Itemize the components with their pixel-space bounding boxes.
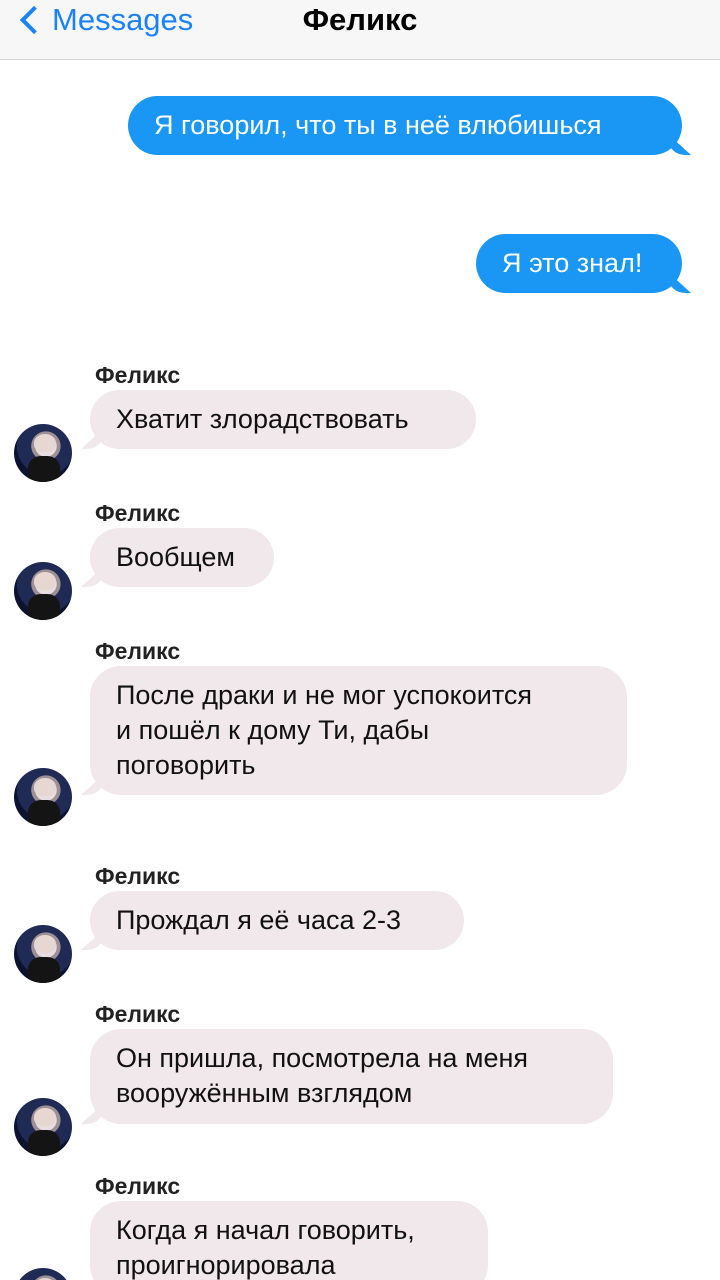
message-text: Я это знал! <box>502 248 643 278</box>
sender-name: Феликс <box>95 1173 181 1199</box>
avatar-icon[interactable] <box>14 562 72 620</box>
sender-name: Феликс <box>95 362 181 388</box>
conversation-title: Феликс <box>302 2 418 37</box>
avatar-icon[interactable] <box>14 925 72 983</box>
message-text: Прождал я её часа 2-3 <box>116 905 402 935</box>
message-text-line: и пошёл к дому Ти, дабы <box>116 715 430 745</box>
outgoing-message-bubble[interactable]: Я это знал! <box>476 234 682 293</box>
avatar-icon[interactable] <box>14 424 72 482</box>
message-text: Я говорил, что ты в неё влюбишься <box>154 110 602 140</box>
message-text-line: После драки и не мог успокоится <box>116 680 533 710</box>
avatar-icon[interactable] <box>14 1098 72 1156</box>
outgoing-message-bubble[interactable]: Я говорил, что ты в неё влюбишься <box>128 96 682 155</box>
incoming-message-bubble[interactable]: После драки и не мог успокоится и пошёл … <box>90 666 627 795</box>
message-text-line: Когда я начал говорить, <box>116 1215 415 1245</box>
incoming-message-bubble[interactable]: Вообщем <box>90 528 274 587</box>
sender-name: Феликс <box>95 863 181 889</box>
message-text-line: проигнорировала <box>116 1250 336 1280</box>
message-text: Вообщем <box>116 542 235 572</box>
navigation-bar: Messages Феликс <box>0 0 720 60</box>
sender-name: Феликс <box>95 1001 181 1027</box>
incoming-message-bubble[interactable]: Прождал я её часа 2-3 <box>90 891 464 950</box>
incoming-message-bubble[interactable]: Хватит злорадствовать <box>90 390 476 449</box>
avatar-icon[interactable] <box>14 1268 72 1280</box>
message-text-line: поговорить <box>116 750 256 780</box>
sender-name: Феликс <box>95 638 181 664</box>
message-text: Хватит злорадствовать <box>116 404 409 434</box>
message-text-line: вооружённым взглядом <box>116 1078 413 1108</box>
sender-name: Феликс <box>95 500 181 526</box>
avatar-icon[interactable] <box>14 768 72 826</box>
incoming-message-bubble[interactable]: Он пришла, посмотрела на меня вооружённы… <box>90 1029 613 1124</box>
incoming-message-bubble[interactable]: Когда я начал говорить, проигнорировала <box>90 1201 488 1280</box>
message-text-line: Он пришла, посмотрела на меня <box>116 1043 529 1073</box>
